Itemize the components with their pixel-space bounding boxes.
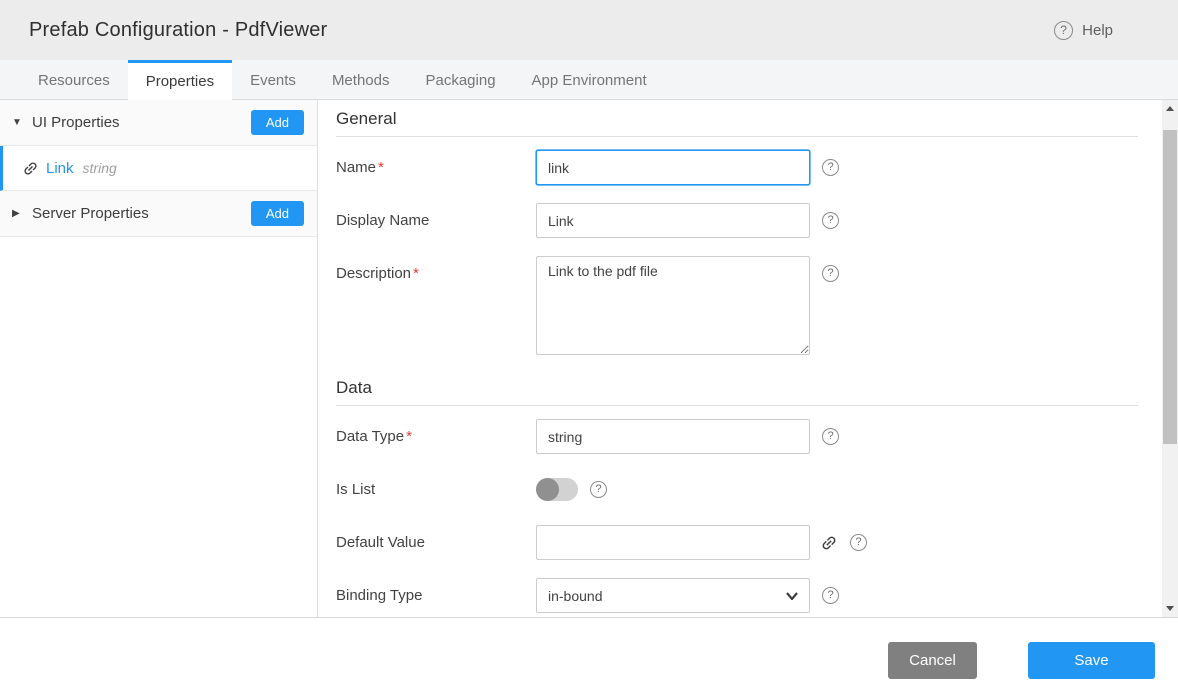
help-label: Help bbox=[1082, 22, 1113, 39]
help-icon[interactable]: ? bbox=[590, 481, 607, 498]
triangle-up-icon bbox=[1166, 106, 1174, 111]
field-row-is-list: Is List ? bbox=[336, 472, 1138, 507]
property-form: General Name* ? Display Name bbox=[318, 100, 1162, 617]
sidebar-section-server-properties[interactable]: ▶ Server Properties Add bbox=[0, 191, 317, 237]
tab-resources[interactable]: Resources bbox=[20, 60, 128, 100]
help-icon[interactable]: ? bbox=[822, 265, 839, 282]
field-row-description: Description* Link to the pdf file ? bbox=[336, 256, 1138, 355]
caret-down-icon[interactable]: ▼ bbox=[12, 117, 32, 128]
field-row-data-type: Data Type* ? bbox=[336, 419, 1138, 454]
data-type-label: Data Type* bbox=[336, 419, 536, 454]
properties-sidebar: ▼ UI Properties Add Link string ▶ Server… bbox=[0, 100, 318, 617]
section-title-data: Data bbox=[336, 373, 1138, 406]
scroll-up-button[interactable] bbox=[1162, 100, 1178, 117]
tab-methods[interactable]: Methods bbox=[314, 60, 408, 100]
is-list-toggle[interactable] bbox=[536, 478, 578, 501]
description-textarea[interactable]: Link to the pdf file bbox=[536, 256, 810, 355]
chevron-down-icon bbox=[786, 592, 798, 600]
required-marker: * bbox=[378, 159, 384, 176]
help-icon[interactable]: ? bbox=[822, 428, 839, 445]
scroll-down-button[interactable] bbox=[1162, 600, 1178, 617]
sidebar-item-link[interactable]: Link string bbox=[0, 146, 317, 191]
tab-bar: Resources Properties Events Methods Pack… bbox=[0, 60, 1178, 100]
tab-events[interactable]: Events bbox=[232, 60, 314, 100]
dialog-footer: Cancel Save bbox=[0, 617, 1178, 696]
binding-type-value: in-bound bbox=[548, 588, 603, 604]
binding-type-select[interactable]: in-bound bbox=[536, 578, 810, 613]
help-button[interactable]: ? Help bbox=[1054, 21, 1113, 40]
dialog-body: ▼ UI Properties Add Link string ▶ Server… bbox=[0, 100, 1178, 617]
field-row-binding-type: Binding Type in-bound ? bbox=[336, 578, 1138, 613]
is-list-label: Is List bbox=[336, 472, 536, 507]
field-row-display-name: Display Name ? bbox=[336, 203, 1138, 238]
save-button[interactable]: Save bbox=[1028, 642, 1155, 679]
display-name-input[interactable] bbox=[536, 203, 810, 238]
section-title-general: General bbox=[336, 104, 1138, 137]
help-icon[interactable]: ? bbox=[822, 212, 839, 229]
help-icon: ? bbox=[1054, 21, 1073, 40]
field-row-name: Name* ? bbox=[336, 150, 1138, 185]
property-datatype: string bbox=[83, 160, 117, 176]
display-name-label: Display Name bbox=[336, 203, 536, 238]
default-value-label: Default Value bbox=[336, 525, 536, 560]
section-label-ui-properties: UI Properties bbox=[32, 114, 251, 131]
prefab-configuration-dialog: Prefab Configuration - PdfViewer ? Help … bbox=[0, 0, 1178, 696]
required-marker: * bbox=[406, 428, 412, 445]
tab-properties[interactable]: Properties bbox=[128, 60, 232, 100]
scrollbar-thumb[interactable] bbox=[1163, 130, 1177, 444]
caret-right-icon[interactable]: ▶ bbox=[12, 208, 32, 219]
data-type-input[interactable] bbox=[536, 419, 810, 454]
scrollbar bbox=[1162, 100, 1178, 617]
toggle-knob bbox=[536, 478, 559, 501]
binding-type-label: Binding Type bbox=[336, 578, 536, 613]
add-server-property-button[interactable]: Add bbox=[251, 201, 304, 226]
required-marker: * bbox=[413, 265, 419, 282]
tab-packaging[interactable]: Packaging bbox=[407, 60, 513, 100]
property-name: Link bbox=[46, 160, 74, 177]
tab-app-environment[interactable]: App Environment bbox=[514, 60, 665, 100]
name-input[interactable] bbox=[536, 150, 810, 185]
bind-property-link-icon[interactable] bbox=[816, 530, 841, 555]
description-label: Description* bbox=[336, 256, 536, 291]
help-icon[interactable]: ? bbox=[822, 159, 839, 176]
properties-panel: General Name* ? Display Name bbox=[318, 100, 1178, 617]
help-icon[interactable]: ? bbox=[822, 587, 839, 604]
dialog-title: Prefab Configuration - PdfViewer bbox=[29, 19, 1054, 42]
default-value-input[interactable] bbox=[536, 525, 810, 560]
field-row-default-value: Default Value ? bbox=[336, 525, 1138, 560]
dialog-header: Prefab Configuration - PdfViewer ? Help bbox=[0, 0, 1178, 60]
sidebar-section-ui-properties[interactable]: ▼ UI Properties Add bbox=[0, 100, 317, 146]
help-icon[interactable]: ? bbox=[850, 534, 867, 551]
link-icon bbox=[18, 156, 42, 180]
add-ui-property-button[interactable]: Add bbox=[251, 110, 304, 135]
section-label-server-properties: Server Properties bbox=[32, 205, 251, 222]
cancel-button[interactable]: Cancel bbox=[888, 642, 977, 679]
triangle-down-icon bbox=[1166, 606, 1174, 611]
name-label: Name* bbox=[336, 150, 536, 185]
